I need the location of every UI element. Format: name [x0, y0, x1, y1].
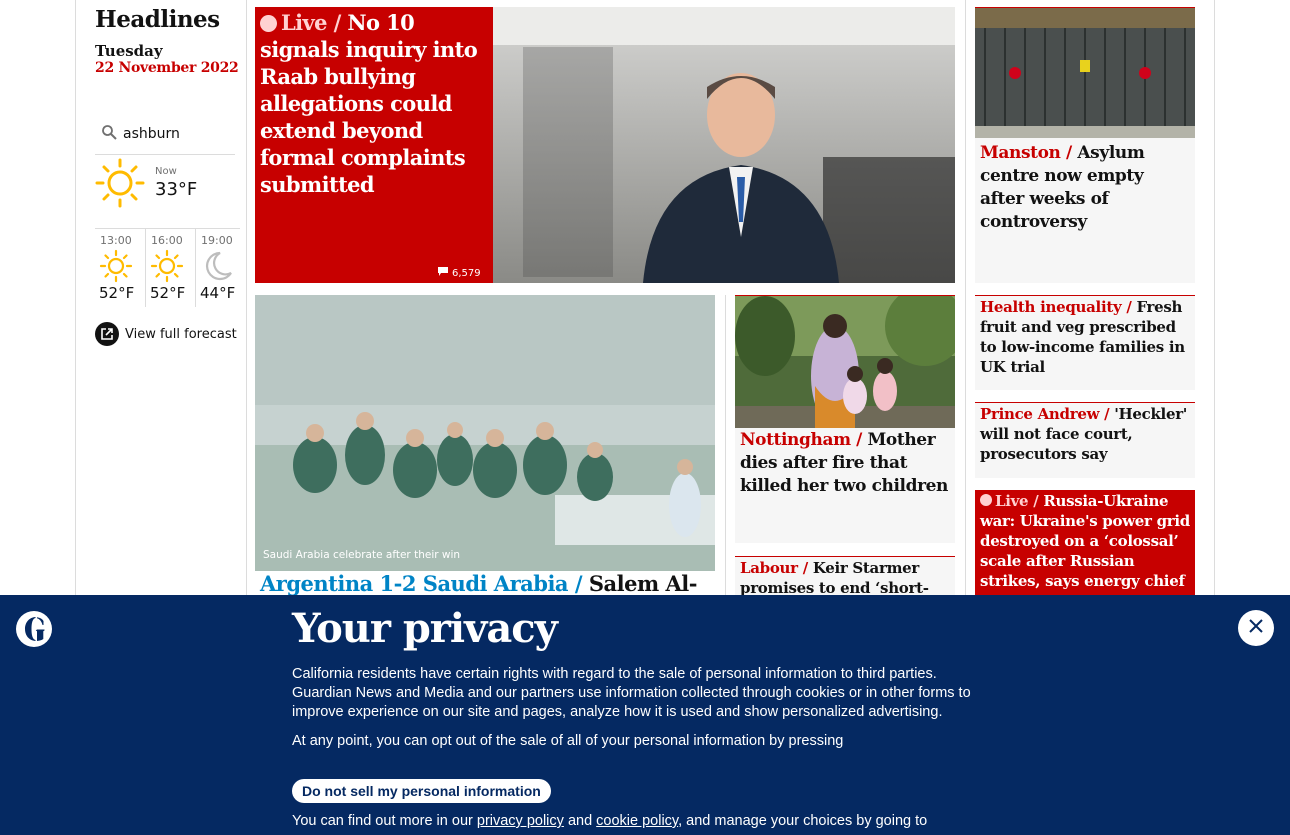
sun-icon — [150, 249, 184, 287]
column-divider — [246, 0, 247, 600]
lead-story-image — [493, 7, 955, 283]
guardian-logo-icon — [16, 611, 52, 651]
close-banner-button[interactable] — [1238, 610, 1274, 646]
privacy-title: Your privacy — [292, 605, 558, 652]
comment-icon — [437, 266, 449, 280]
live-kicker: Live / — [260, 10, 341, 35]
search-icon — [101, 124, 118, 145]
forecast-time: 13:00 — [100, 234, 132, 247]
forecast-slot: 19:00 44°F — [195, 229, 245, 307]
nottingham-story-image — [735, 296, 955, 428]
privacy-banner: Your privacy California residents have c… — [0, 595, 1290, 835]
forecast-slot: 16:00 52°F — [145, 229, 195, 307]
live-kicker: Live / — [980, 492, 1039, 510]
manston-story-image — [975, 8, 1195, 138]
now-label: Now — [155, 166, 177, 177]
forecast-temperature: 44°F — [200, 284, 236, 302]
column-divider — [725, 295, 726, 595]
column-divider — [965, 0, 966, 600]
live-dot-icon — [260, 15, 277, 32]
comment-count[interactable]: 6,579 — [437, 266, 481, 280]
moon-icon — [200, 249, 234, 287]
comment-count-value: 6,579 — [452, 267, 481, 279]
do-not-sell-button[interactable]: Do not sell my personal information — [292, 779, 551, 803]
ukraine-headline: Live / Russia-Ukraine war: Ukraine's pow… — [980, 492, 1190, 590]
guardian-homepage: Headlines Tuesday 22 November 2022 ashbu… — [0, 0, 1290, 835]
forecast-temperature: 52°F — [150, 284, 186, 302]
privacy-policy-link[interactable]: privacy policy — [477, 813, 564, 829]
forecast-slot: 13:00 52°F — [95, 229, 145, 307]
sun-icon — [99, 249, 133, 287]
sun-icon — [95, 158, 147, 214]
manston-story-card[interactable]: Manston / Asylum centre now empty after … — [975, 7, 1195, 283]
external-link-icon — [95, 322, 119, 346]
weather-now: Now 33°F — [95, 158, 235, 228]
image-caption: Saudi Arabia celebrate after their win — [263, 549, 461, 561]
date-day: Tuesday — [95, 42, 163, 60]
forecast-time: 19:00 — [201, 234, 233, 247]
manston-headline: Manston / Asylum centre now empty after … — [980, 143, 1145, 232]
date-full: 22 November 2022 — [95, 60, 239, 76]
andrew-story-card[interactable]: Prince Andrew / 'Heckler' will not face … — [975, 402, 1195, 478]
cookie-policy-link[interactable]: cookie policy — [596, 813, 678, 829]
section-title: Headlines — [95, 6, 220, 33]
column-divider — [1214, 0, 1215, 600]
football-story-card[interactable]: Saudi Arabia celebrate after their win A… — [255, 295, 715, 595]
live-dot-icon — [980, 494, 992, 506]
location-text: ashburn — [123, 126, 180, 142]
weather-forecast: 13:00 52°F 16:00 52°F 19:00 44°F — [95, 228, 240, 307]
view-full-forecast-link[interactable]: View full forecast — [95, 322, 237, 346]
labour-headline: Labour / Keir Starmer promises to end ‘s… — [740, 559, 929, 597]
nottingham-headline: Nottingham / Mother dies after fire that… — [740, 430, 949, 496]
forecast-link-label: View full forecast — [125, 326, 237, 342]
privacy-more-text: You can find out more in our privacy pol… — [292, 813, 928, 829]
forecast-time: 16:00 — [151, 234, 183, 247]
now-temperature: 33°F — [155, 179, 198, 200]
nottingham-story-card[interactable]: Nottingham / Mother dies after fire that… — [735, 295, 955, 543]
football-headline: Argentina 1-2 Saudi Arabia / Salem Al- — [260, 571, 697, 595]
ukraine-story-card[interactable]: Live / Russia-Ukraine war: Ukraine's pow… — [975, 490, 1195, 600]
football-story-image — [255, 295, 715, 571]
health-headline: Health inequality / Fresh fruit and veg … — [980, 298, 1185, 376]
andrew-headline: Prince Andrew / 'Heckler' will not face … — [980, 405, 1188, 463]
privacy-paragraph: At any point, you can opt out of the sal… — [292, 733, 844, 749]
privacy-paragraph: California residents have certain rights… — [292, 666, 971, 720]
forecast-temperature: 52°F — [99, 284, 135, 302]
privacy-body: California residents have certain rights… — [292, 665, 997, 761]
health-story-card[interactable]: Health inequality / Fresh fruit and veg … — [975, 295, 1195, 390]
weather-location[interactable]: ashburn — [95, 118, 235, 155]
lead-headline: Live / No 10 signals inquiry into Raab b… — [260, 10, 478, 197]
close-icon — [1248, 618, 1264, 638]
column-divider — [75, 0, 76, 600]
lead-story-card[interactable]: Live / No 10 signals inquiry into Raab b… — [255, 7, 955, 283]
